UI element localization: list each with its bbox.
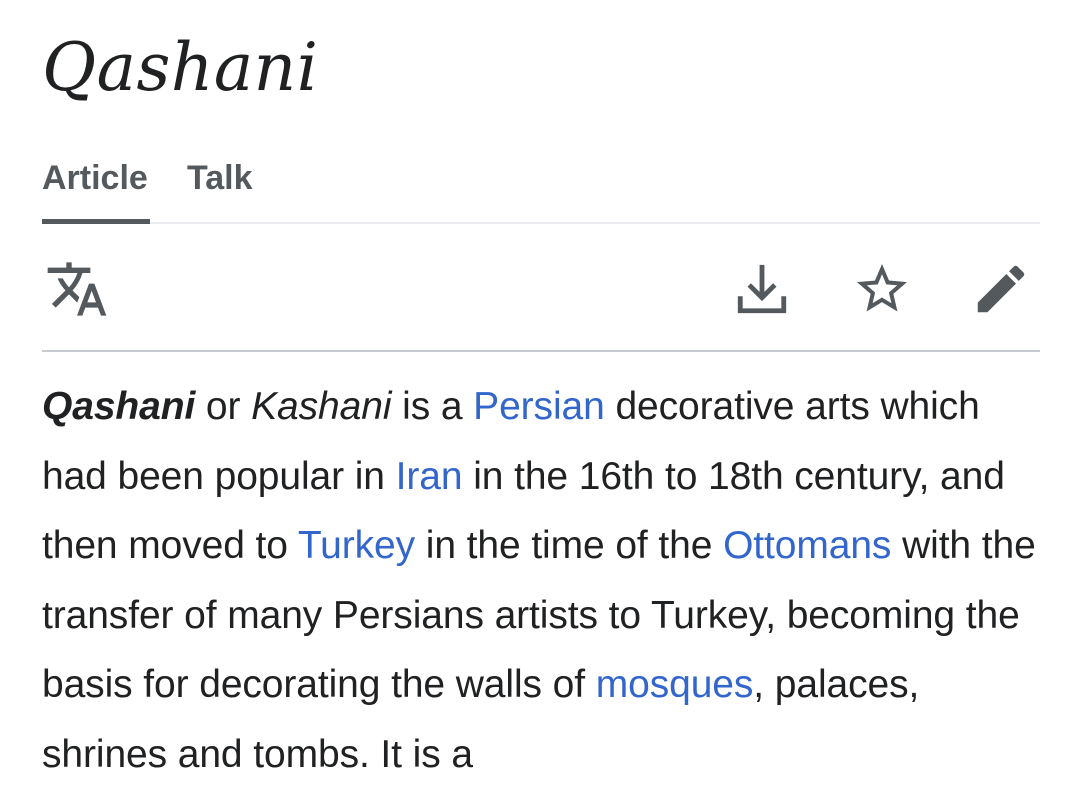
tab-talk[interactable]: Talk	[187, 152, 257, 222]
article-text: or	[195, 385, 252, 428]
star-icon	[857, 264, 907, 312]
watch-star-button[interactable]	[847, 254, 917, 324]
tab-article[interactable]: Article	[42, 152, 150, 224]
edit-icon	[977, 265, 1025, 313]
download-icon	[737, 264, 787, 314]
page-actions-toolbar	[42, 224, 1040, 352]
language-button[interactable]	[42, 254, 112, 324]
page-tabs: Article Talk	[42, 152, 1040, 224]
article-text: is a	[391, 385, 474, 428]
article-alt-name: Kashani	[251, 385, 392, 428]
tab-article-label: Article	[42, 159, 148, 197]
link-persian[interactable]: Persian	[473, 385, 605, 428]
edit-button[interactable]	[966, 254, 1036, 324]
article-text: in the time of the	[415, 524, 724, 567]
article-lead-paragraph: Qashani or Kashani is a Persian decorati…	[42, 372, 1052, 789]
link-iran[interactable]: Iran	[396, 455, 463, 498]
link-turkey[interactable]: Turkey	[298, 524, 415, 567]
language-icon	[47, 262, 107, 316]
download-button[interactable]	[727, 254, 797, 324]
link-mosques[interactable]: mosques	[596, 663, 754, 706]
link-ottomans[interactable]: Ottomans	[723, 524, 891, 567]
page-title: Qashani	[42, 29, 319, 106]
article-subject: Qashani	[42, 385, 196, 428]
tab-talk-label: Talk	[187, 159, 253, 197]
